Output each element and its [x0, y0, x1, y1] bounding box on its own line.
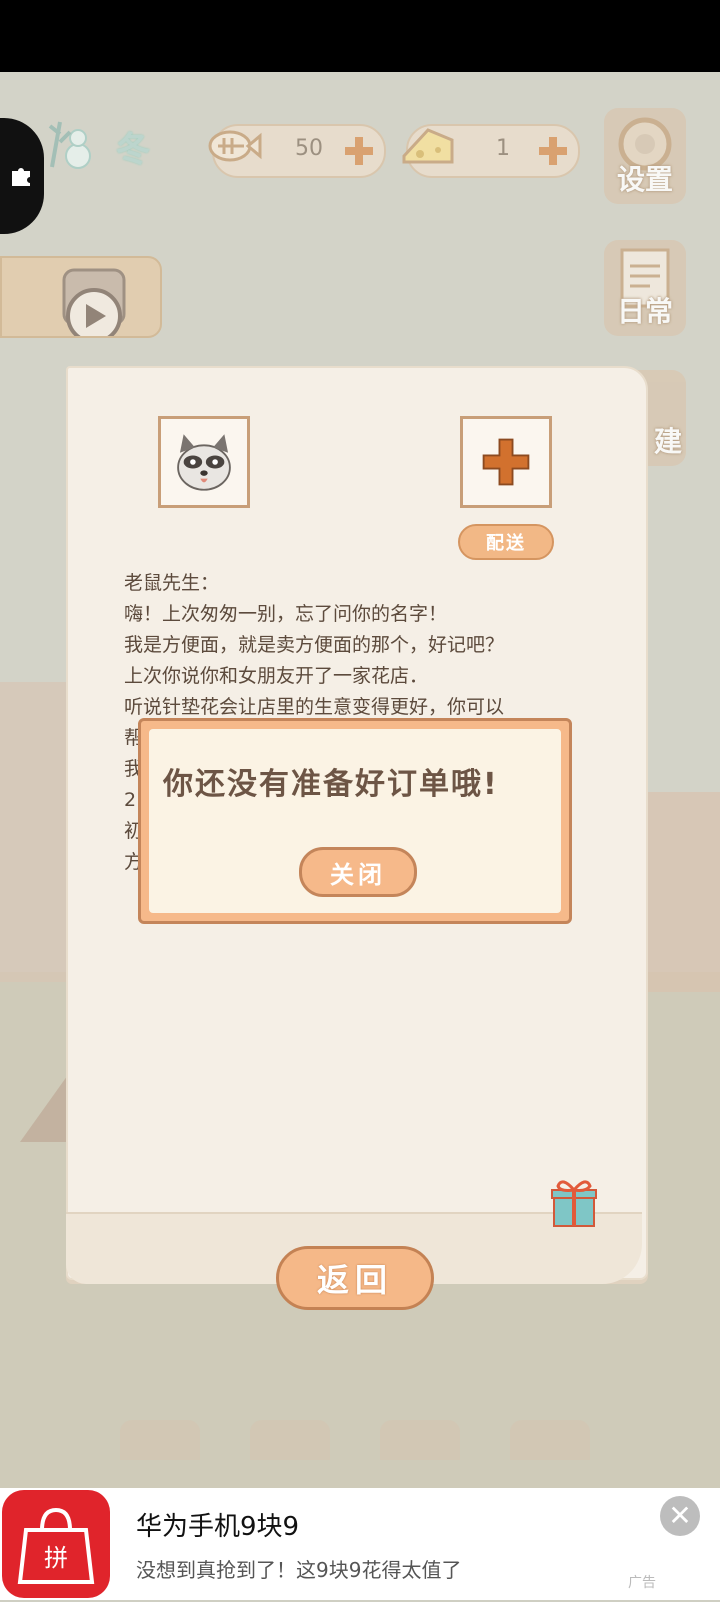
add-item-slot[interactable]: [460, 416, 552, 508]
cheese-resource: 1: [402, 124, 580, 178]
add-cheese-button[interactable]: [534, 132, 572, 170]
bottom-tab[interactable]: [250, 1420, 330, 1460]
settings-label: 设置: [616, 163, 673, 196]
svg-text:拼: 拼: [44, 1544, 68, 1572]
season-label: 冬: [116, 130, 150, 170]
fish-resource: 50: [208, 124, 386, 178]
cheese-count: 1: [496, 136, 510, 161]
add-fish-button[interactable]: [340, 132, 378, 170]
snowman-tree-icon: [48, 121, 91, 169]
alert-dialog: 你还没有准备好订单哦! 关闭: [138, 718, 572, 924]
fish-count: 50: [295, 136, 323, 161]
ad-close-button[interactable]: ✕: [660, 1496, 700, 1536]
bottom-tab[interactable]: [380, 1420, 460, 1460]
fishbone-icon: [208, 130, 262, 162]
ad-subtitle: 没想到真抢到了！这9块9花得太值了: [136, 1558, 462, 1582]
raccoon-avatar-icon: [177, 434, 231, 491]
cheese-icon: [402, 128, 454, 164]
back-button[interactable]: 返回: [276, 1246, 434, 1310]
daily-button[interactable]: 日常: [604, 240, 686, 336]
bottom-tab[interactable]: [120, 1420, 200, 1460]
gift-icon[interactable]: [546, 1176, 602, 1228]
letter-line: 嗨！上次匆匆一别，忘了问你的名字！: [124, 603, 448, 625]
daily-label: 日常: [616, 295, 673, 328]
ad-banner[interactable]: 拼 华为手机9块9 没想到真抢到了！这9块9花得太值了 ✕ 广告: [0, 1488, 720, 1600]
backpack-video-button[interactable]: [0, 256, 162, 338]
sender-portrait: [158, 416, 250, 508]
bottom-toolbar: [100, 1420, 600, 1460]
ad-label: 广告: [628, 1575, 656, 1591]
settings-button[interactable]: 设置: [604, 108, 686, 204]
letter-line: 我是方便面，就是卖方便面的那个，好记吧？: [124, 634, 505, 656]
status-bar: [0, 0, 720, 72]
backpack-play-icon: [62, 268, 126, 336]
letter-line: 上次你说你和女朋友开了一家花店．: [124, 665, 429, 687]
bottom-tab[interactable]: [510, 1420, 590, 1460]
season-indicator[interactable]: 冬: [28, 106, 178, 176]
dialog-message: 你还没有准备好订单哦!: [163, 767, 499, 802]
ad-title: 华为手机9块9: [136, 1512, 300, 1542]
scene-house-right: [640, 792, 720, 992]
pinduoduo-logo: 拼: [2, 1490, 110, 1598]
letter-line: 老鼠先生：: [124, 572, 220, 594]
deliver-button[interactable]: 配送: [458, 524, 554, 560]
shopping-bag-logo-icon: 拼: [17, 1507, 95, 1584]
plus-icon: [482, 438, 530, 486]
dialog-panel: 你还没有准备好订单哦! 关闭: [149, 729, 561, 913]
dialog-close-button[interactable]: 关闭: [299, 847, 417, 897]
